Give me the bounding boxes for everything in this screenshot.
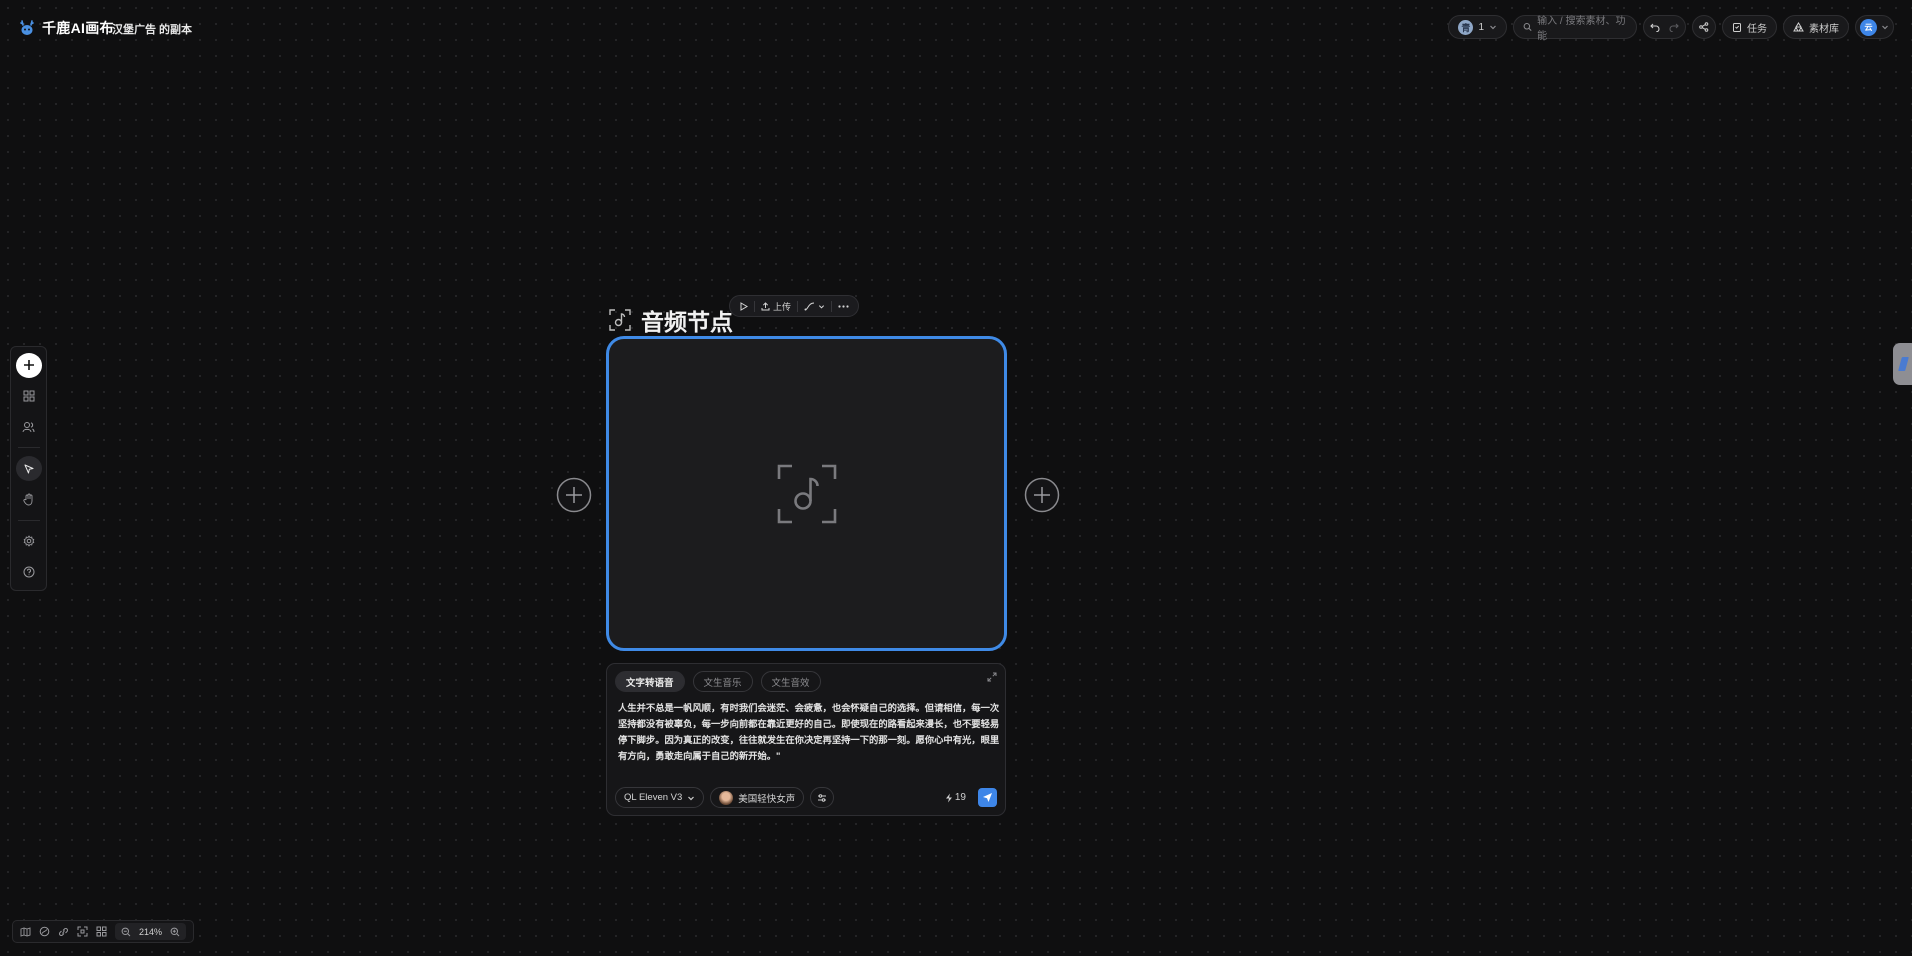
side-panel-toggle[interactable] [1893, 343, 1912, 385]
help-icon [23, 566, 34, 578]
tab-text-to-music[interactable]: 文生音乐 [692, 671, 753, 692]
templates-button[interactable] [16, 384, 42, 409]
canvas-controls: 214% [12, 920, 195, 943]
team-count: 1 [1478, 21, 1484, 33]
generation-tabs: 文字转语音 文生音乐 文生音效 [615, 671, 821, 692]
zoom-in-icon[interactable] [170, 927, 180, 937]
settings-button[interactable] [16, 529, 42, 554]
pan-tool-button[interactable] [16, 487, 42, 512]
upload-button[interactable]: 上传 [761, 300, 791, 313]
deer-logo-icon [20, 20, 34, 35]
tasks-button[interactable]: 任务 [1722, 15, 1777, 39]
upload-icon [761, 301, 770, 310]
credit-cost: 19 [945, 792, 966, 803]
prompt-controls: QL Eleven V3 美国轻快女声 19 [615, 787, 997, 808]
credit-cost-value: 19 [954, 792, 966, 803]
toolbar-divider [754, 300, 755, 312]
top-toolbar: 青 1 输入 / 搜索素材、功能 任务 素材库 云 [1448, 15, 1894, 42]
hand-icon [22, 493, 32, 506]
auto-layout-icon[interactable] [39, 926, 50, 937]
search-placeholder: 输入 / 搜索素材、功能 [1537, 16, 1626, 42]
audio-placeholder-icon [777, 464, 836, 523]
sliders-icon [818, 793, 827, 802]
voice-label: 美国轻快女声 [738, 793, 796, 805]
brand[interactable]: 千鹿AI画布 [18, 18, 114, 38]
audio-node-icon [609, 309, 631, 331]
prompt-textarea[interactable]: 人生并不总是一帆风顺，有时我们会迷茫、会疲惫，也会怀疑自己的选择。但请相信，每一… [618, 700, 1000, 764]
chevron-down-icon [818, 304, 825, 309]
tab-text-to-sfx[interactable]: 文生音效 [760, 671, 821, 692]
send-button[interactable] [978, 788, 997, 807]
node-title[interactable]: 音频节点 [641, 303, 733, 337]
characters-button[interactable] [16, 414, 42, 439]
assets-library-button[interactable]: 素材库 [1783, 15, 1849, 39]
play-icon [740, 301, 748, 311]
audio-node-card[interactable] [606, 336, 1007, 651]
grid-view-icon[interactable] [96, 926, 107, 937]
more-button[interactable] [838, 304, 849, 308]
zoom-controls: 214% [115, 923, 187, 940]
toolbar-divider [797, 300, 799, 312]
search-icon [1523, 23, 1532, 32]
plus-icon [23, 360, 34, 371]
zoom-level[interactable]: 214% [139, 927, 162, 937]
node-toolbar: 上传 [729, 295, 860, 317]
model-label: QL Eleven V3 [624, 792, 683, 803]
chevron-down-icon [1490, 25, 1496, 30]
toolbar-divider [17, 447, 40, 449]
pointer-icon [24, 464, 33, 474]
brand-name: 千鹿AI画布 [42, 20, 114, 36]
grid-icon [23, 390, 34, 402]
tasks-label: 任务 [1747, 23, 1767, 35]
add-right-node-button[interactable] [1024, 477, 1060, 513]
clipboard-icon [1733, 23, 1741, 32]
link-curve-icon [804, 302, 815, 310]
user-avatar: 云 [1860, 18, 1877, 36]
play-button[interactable] [739, 301, 748, 311]
toolbar-divider [831, 300, 833, 312]
model-select[interactable]: QL Eleven V3 [615, 787, 705, 808]
upload-label: 上传 [773, 301, 792, 312]
add-left-node-button[interactable] [556, 477, 592, 513]
share-icon [1699, 22, 1709, 32]
left-toolbar [10, 346, 47, 591]
user-menu-button[interactable]: 云 [1855, 15, 1894, 39]
minimap-icon[interactable] [20, 926, 31, 937]
select-tool-button[interactable] [15, 456, 42, 481]
prompt-panel: 文字转语音 文生音乐 文生音效 人生并不总是一帆风顺，有时我们会迷茫、会疲惫，也… [606, 663, 1006, 816]
undo-icon[interactable] [1650, 22, 1660, 32]
team-avatar: 青 [1458, 19, 1474, 35]
lightning-icon [945, 793, 952, 802]
team-members-button[interactable]: 青 1 [1448, 15, 1507, 39]
toolbar-divider [17, 519, 40, 521]
share-button[interactable] [1692, 15, 1716, 39]
send-icon [983, 793, 992, 802]
chevron-down-icon [1882, 25, 1888, 30]
chevron-down-icon [688, 796, 695, 800]
gear-icon [23, 535, 34, 547]
assets-label: 素材库 [1809, 23, 1839, 35]
project-name[interactable]: 汉堡广告 的副本 [112, 21, 192, 37]
expand-icon[interactable] [987, 672, 997, 682]
node-header: 音频节点 [609, 303, 733, 337]
link-icon[interactable] [58, 927, 69, 937]
fit-view-icon[interactable] [77, 926, 88, 937]
redo-icon[interactable] [1669, 22, 1679, 32]
assets-icon [1793, 22, 1804, 32]
more-icon [838, 304, 849, 308]
voice-select[interactable]: 美国轻快女声 [710, 787, 805, 808]
add-node-button[interactable] [15, 353, 42, 378]
voice-settings-button[interactable] [810, 787, 835, 808]
tab-text-to-speech[interactable]: 文字转语音 [615, 671, 685, 692]
history-controls [1643, 15, 1686, 39]
connect-dropdown[interactable] [804, 302, 825, 311]
voice-avatar [719, 790, 734, 805]
search-input[interactable]: 输入 / 搜索素材、功能 [1513, 15, 1637, 42]
help-button[interactable] [16, 559, 42, 584]
users-icon [22, 421, 35, 432]
zoom-out-icon[interactable] [121, 927, 131, 937]
